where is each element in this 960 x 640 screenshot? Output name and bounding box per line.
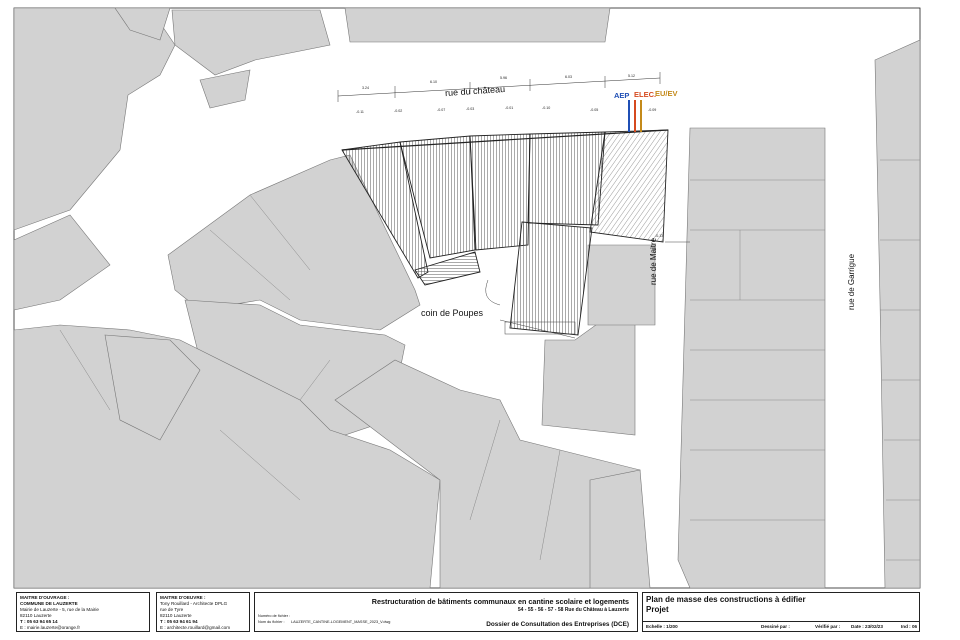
street-label-rue-maitre: rue de Maitre [649, 237, 658, 285]
street-label-rue-garrigue: rue de Garrigue [847, 253, 856, 310]
file-name-value: LAUZERTE_CANTINE-LOGEMENT_MASSE_2023_V.d… [291, 620, 391, 624]
elevation-label: -0.02 [394, 109, 403, 113]
elevation-label: -0.10 [542, 106, 551, 110]
dimension-label: 6.03 [565, 75, 572, 79]
elevation-label: -0.05 [590, 108, 599, 112]
elec-label: ELEC. [634, 90, 657, 99]
elevation-label: -0.09 [648, 108, 657, 112]
dimension-label: 6.10 [430, 80, 437, 84]
project-phase: Dossier de Consultation des Entreprises … [486, 621, 629, 628]
euvev-line [640, 100, 642, 132]
checked-by-label: Vérifié par : [815, 624, 841, 629]
drawn-by-label: Dessiné par : [761, 624, 790, 629]
title-block-sheet: Plan de masse des constructions à édifie… [642, 592, 920, 632]
street-label-coin-poupes: coin de Poupes [421, 308, 484, 318]
maitre-oeuvre-mail: E : architecte.rouillard@gmail.com [160, 625, 231, 630]
date-label: Date : 23/02/23 [851, 624, 883, 629]
title-block-project: Restructuration de bâtiments communaux e… [254, 592, 638, 632]
title-block-maitre-ouvrage: MAITRE D'OUVRAGE : COMMUNE DE LAUZERTE M… [16, 592, 150, 632]
file-number-label: Numéro de fichier : [258, 614, 291, 618]
aep-label: AEP [614, 91, 630, 100]
project-address: 54 - 55 - 56 - 57 - 58 Rue du Château à … [517, 607, 629, 613]
site-plan-drawing: NORD [13, 7, 921, 616]
file-name-label: Nom du fichier : [258, 620, 285, 624]
sheet-subtitle: Projet [646, 605, 669, 614]
index-label: Ind : 06 [901, 624, 918, 629]
elevation-label: -0.03 [466, 107, 475, 111]
euvev-label: EU/EV [655, 89, 678, 98]
elevation-label: -0.01 [505, 106, 514, 110]
dimension-label: 5.96 [500, 76, 507, 80]
dimension-label: 5.12 [628, 74, 635, 78]
title-block-maitre-oeuvre: MAITRE D'OEUVRE : Tony Rouillard - Archi… [156, 592, 250, 632]
aep-line [628, 100, 630, 132]
scale-label: Echelle : 1/200 [646, 624, 678, 629]
maitre-ouvrage-mail: E : mairie.lauzerte@orange.fr [20, 625, 81, 630]
dimension-label: 3.24 [362, 86, 369, 90]
sheet-title: Plan de masse des constructions à édifie… [646, 595, 806, 604]
project-title: Restructuration de bâtiments communaux e… [371, 597, 629, 606]
elec-line [634, 100, 636, 132]
elevation-label: -0.11 [356, 110, 364, 114]
elevation-label: -0.07 [437, 108, 446, 112]
